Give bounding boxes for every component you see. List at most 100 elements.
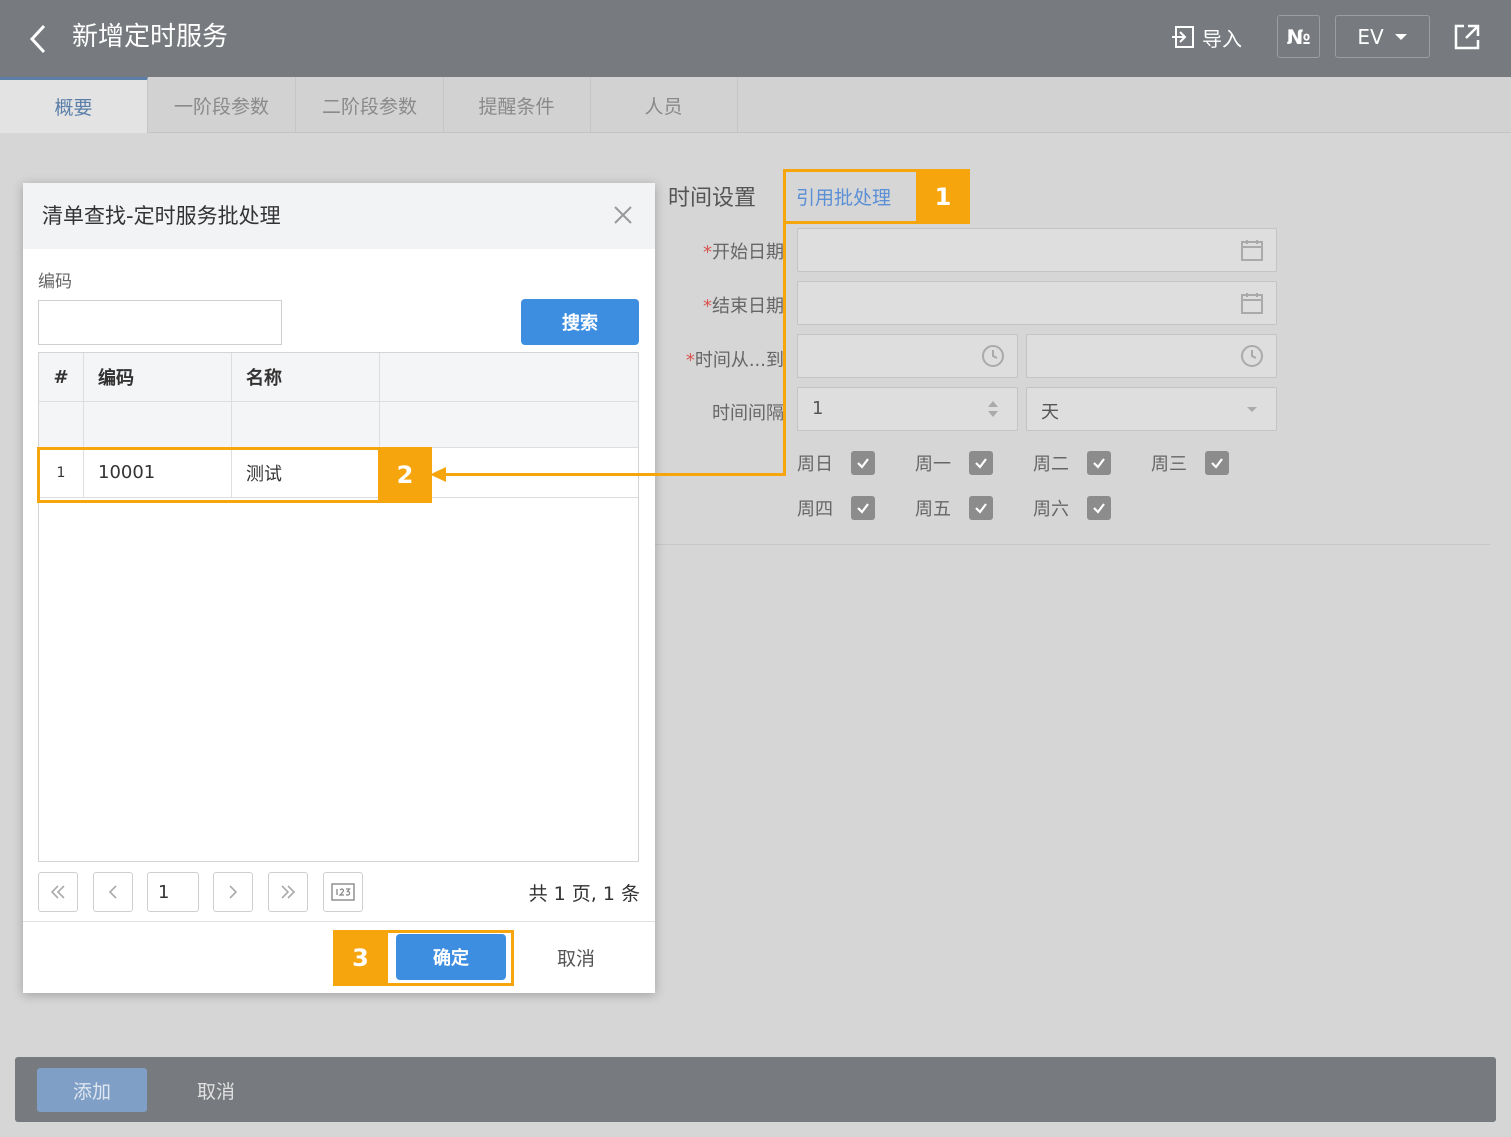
tab-reminder-conditions[interactable]: 提醒条件 bbox=[443, 77, 591, 133]
time-from-input[interactable] bbox=[797, 334, 1018, 378]
code-label: 编码 bbox=[38, 272, 72, 292]
callout-badge-step-2: 2 bbox=[378, 447, 432, 503]
page-title: 新增定时服务 bbox=[72, 22, 229, 52]
callout-badge-step-1: 1 bbox=[916, 169, 970, 224]
caret-down-icon bbox=[1394, 33, 1407, 40]
first-page-button[interactable] bbox=[38, 872, 78, 912]
lookup-dialog: 清单查找-定时服务批处理 编码 搜索 # 编码 名称 1 10001 测试 1 … bbox=[23, 183, 655, 993]
callout-arrowhead-icon bbox=[430, 467, 446, 482]
column-header-code[interactable]: 编码 bbox=[84, 353, 232, 401]
checkbox-checked-icon[interactable] bbox=[969, 451, 993, 475]
section-title-time-settings: 时间设置 bbox=[668, 186, 757, 211]
page-jump-button[interactable] bbox=[323, 872, 363, 912]
interval-unit-value: 天 bbox=[1041, 402, 1059, 423]
page-number-input[interactable]: 1 bbox=[147, 872, 199, 912]
tab-personnel[interactable]: 人员 bbox=[590, 77, 738, 133]
dialog-title: 清单查找-定时服务批处理 bbox=[42, 204, 281, 228]
double-chevron-right-icon bbox=[281, 885, 296, 899]
filter-cell bbox=[380, 402, 638, 447]
double-chevron-left-icon bbox=[50, 885, 65, 899]
number-label: № bbox=[1286, 24, 1311, 49]
prev-page-button[interactable] bbox=[93, 872, 133, 912]
result-grid: # 编码 名称 1 10001 测试 bbox=[38, 352, 639, 862]
end-date-label: *结束日期 bbox=[703, 296, 784, 317]
end-date-input[interactable] bbox=[797, 281, 1277, 325]
checkbox-checked-icon[interactable] bbox=[851, 451, 875, 475]
interval-unit-select[interactable]: 天 bbox=[1026, 387, 1277, 431]
ev-dropdown[interactable]: EV bbox=[1335, 15, 1430, 58]
weekday-label: 周六 bbox=[1033, 499, 1069, 520]
tab-bar: 概要 一阶段参数 二阶段参数 提醒条件 人员 bbox=[0, 77, 1511, 133]
chevron-right-icon bbox=[229, 885, 238, 899]
close-icon[interactable] bbox=[611, 203, 635, 227]
weekday-label: 周四 bbox=[797, 499, 833, 520]
weekday-monday[interactable]: 周一 bbox=[915, 450, 993, 476]
weekday-friday[interactable]: 周五 bbox=[915, 495, 993, 521]
weekday-wednesday[interactable]: 周三 bbox=[1151, 450, 1229, 476]
stepper-arrows-icon[interactable] bbox=[981, 397, 1005, 421]
weekday-label: 周二 bbox=[1033, 454, 1069, 475]
weekday-label: 周一 bbox=[915, 454, 951, 475]
checkbox-checked-icon[interactable] bbox=[851, 496, 875, 520]
weekday-tuesday[interactable]: 周二 bbox=[1033, 450, 1111, 476]
top-header: 新增定时服务 导入 № EV bbox=[0, 0, 1511, 77]
tab-stage-one-params[interactable]: 一阶段参数 bbox=[148, 77, 296, 133]
column-header-empty bbox=[380, 353, 638, 401]
start-date-input[interactable] bbox=[797, 228, 1277, 272]
callout-box-step-2 bbox=[37, 447, 432, 503]
pagination-summary: 共 1 页, 1 条 bbox=[528, 883, 640, 905]
weekday-sunday[interactable]: 周日 bbox=[797, 450, 875, 476]
cancel-button[interactable]: 取消 bbox=[197, 1077, 235, 1104]
tab-stage-two-params[interactable]: 二阶段参数 bbox=[296, 77, 444, 133]
grid-header-row: # 编码 名称 bbox=[39, 353, 638, 402]
dialog-header: 清单查找-定时服务批处理 bbox=[23, 183, 655, 249]
required-mark: * bbox=[703, 242, 712, 263]
column-header-name[interactable]: 名称 bbox=[232, 353, 380, 401]
tab-overview[interactable]: 概要 bbox=[0, 77, 148, 133]
weekday-label: 周三 bbox=[1151, 454, 1187, 475]
ev-label: EV bbox=[1357, 24, 1384, 49]
filter-cell bbox=[39, 402, 84, 447]
callout-box-step-1 bbox=[783, 169, 919, 224]
grid-filter-row bbox=[39, 402, 638, 448]
next-page-button[interactable] bbox=[213, 872, 253, 912]
checkbox-checked-icon[interactable] bbox=[1087, 496, 1111, 520]
calendar-icon[interactable] bbox=[1240, 291, 1264, 315]
last-page-button[interactable] bbox=[268, 872, 308, 912]
checkbox-checked-icon[interactable] bbox=[969, 496, 993, 520]
add-button[interactable]: 添加 bbox=[37, 1068, 147, 1112]
checkbox-checked-icon[interactable] bbox=[1205, 451, 1229, 475]
weekday-thursday[interactable]: 周四 bbox=[797, 495, 875, 521]
back-arrow-icon[interactable] bbox=[22, 20, 54, 58]
caret-down-icon bbox=[1247, 407, 1257, 412]
dialog-cancel-button[interactable]: 取消 bbox=[557, 944, 595, 971]
weekday-label: 周五 bbox=[915, 499, 951, 520]
number-button[interactable]: № bbox=[1277, 15, 1320, 58]
clock-icon[interactable] bbox=[981, 344, 1005, 368]
page-number-icon bbox=[331, 883, 355, 901]
clock-icon[interactable] bbox=[1240, 344, 1264, 368]
code-search-input[interactable] bbox=[38, 300, 282, 345]
callout-connector-horizontal bbox=[440, 473, 786, 476]
import-button[interactable]: 导入 bbox=[1170, 20, 1242, 54]
interval-stepper[interactable]: 1 bbox=[797, 387, 1018, 431]
search-button[interactable]: 搜索 bbox=[521, 299, 639, 345]
chevron-left-icon bbox=[108, 885, 117, 899]
filter-name-input[interactable] bbox=[232, 402, 380, 447]
filter-code-input[interactable] bbox=[84, 402, 232, 447]
weekday-label: 周日 bbox=[797, 454, 833, 475]
share-icon[interactable] bbox=[1450, 20, 1484, 54]
weekday-saturday[interactable]: 周六 bbox=[1033, 495, 1111, 521]
column-header-index[interactable]: # bbox=[39, 353, 84, 401]
import-label: 导入 bbox=[1202, 26, 1242, 51]
section-divider bbox=[655, 544, 1490, 545]
checkbox-checked-icon[interactable] bbox=[1087, 451, 1111, 475]
callout-badge-step-3: 3 bbox=[333, 930, 388, 986]
bottom-action-bar: 添加 取消 bbox=[15, 1057, 1496, 1122]
dialog-footer-divider bbox=[23, 921, 655, 922]
start-date-label: *开始日期 bbox=[703, 242, 784, 263]
interval-label: 时间间隔 bbox=[712, 403, 784, 424]
time-to-input[interactable] bbox=[1026, 334, 1277, 378]
import-icon bbox=[1172, 26, 1194, 48]
calendar-icon[interactable] bbox=[1240, 238, 1264, 262]
